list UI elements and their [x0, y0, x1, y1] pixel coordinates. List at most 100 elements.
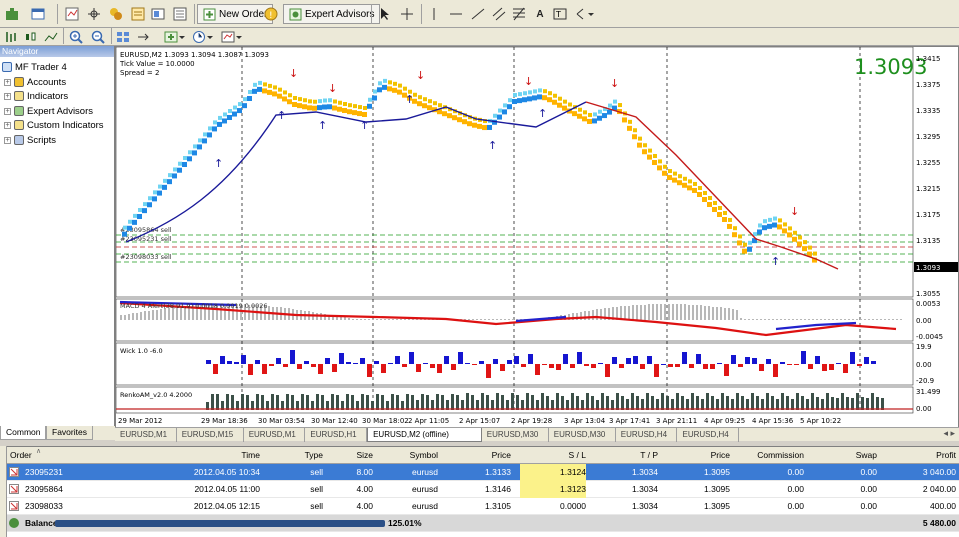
indicators-list-icon[interactable] [162, 27, 188, 47]
cell-sl: 0.0000 [560, 501, 586, 511]
chart-tab[interactable]: EURUSD,H4 [616, 428, 678, 442]
chart-tab[interactable]: EURUSD,M1 [115, 428, 177, 442]
tab-common[interactable]: Common [0, 426, 47, 440]
renko-brick-shadow [363, 106, 367, 110]
navigator-item-expert-advisors[interactable]: + Expert Advisors [4, 104, 93, 118]
chart-shift-icon[interactable] [134, 27, 152, 47]
tab-scroll-icon[interactable]: ◂ ▸ [943, 428, 955, 439]
renko-brick [307, 105, 312, 111]
vertical-line-icon[interactable] [425, 4, 443, 24]
history-center-icon[interactable] [170, 4, 190, 24]
order-row[interactable]: 23095231 2012.04.05 10:34 sell 8.00 eurusd 1.… [0, 464, 959, 481]
expand-icon[interactable]: + [4, 78, 11, 86]
price-chart[interactable]: EURUSD,M2 1.3093 1.3094 1.3087 1.3093Tic… [116, 47, 958, 427]
navigator-item-scripts[interactable]: + Scripts [4, 133, 56, 147]
expand-icon[interactable]: + [4, 121, 11, 129]
expand-icon[interactable]: + [4, 107, 11, 115]
tab-favorites[interactable]: Favorites [46, 426, 93, 440]
tile-windows-icon[interactable] [114, 27, 132, 47]
terminal-icon[interactable] [128, 4, 148, 24]
channel-icon[interactable] [490, 4, 508, 24]
chart-tab[interactable]: EURUSD,M30 [482, 428, 549, 442]
macd-histogram-bar [364, 319, 366, 320]
cell-tp: 1.3034 [632, 501, 658, 511]
crosshair-tool-icon[interactable] [398, 4, 416, 24]
chart-tab[interactable]: EURUSD,M2 (offline) [367, 428, 482, 442]
profiles-icon[interactable] [28, 4, 50, 24]
renko-brick [192, 150, 197, 156]
metaeditor-icon[interactable]: ! [262, 4, 280, 24]
expand-icon[interactable]: + [4, 136, 11, 144]
renko-bar [766, 393, 769, 410]
text-tool-icon[interactable]: A [531, 4, 549, 24]
column-current-price[interactable]: Price [670, 447, 730, 464]
cell-profit: 2 040.00 [922, 484, 956, 494]
renko-brick-shadow [568, 102, 572, 107]
cursor-icon[interactable] [376, 4, 394, 24]
crosshair-icon[interactable] [84, 4, 104, 24]
expand-icon[interactable]: + [4, 92, 11, 100]
wick-bar [766, 359, 771, 364]
column-symbol[interactable]: Symbol [386, 447, 438, 464]
strategy-tester-icon[interactable] [148, 4, 168, 24]
column-type[interactable]: Type [273, 447, 323, 464]
chart-window[interactable]: EURUSD,M2 1.3093 1.3094 1.3087 1.3093 Tic… [115, 46, 959, 440]
renko-brick-shadow [163, 178, 167, 183]
market-watch-icon[interactable] [62, 4, 82, 24]
renko-brick-shadow [353, 104, 357, 109]
navigator-item-indicators[interactable]: + Indicators [4, 89, 68, 103]
navigator-icon[interactable] [106, 4, 126, 24]
renko-brick-shadow [533, 89, 537, 94]
chart-tab[interactable]: EURUSD,M30 [549, 428, 616, 442]
fibonacci-icon[interactable] [510, 4, 528, 24]
line-chart-icon[interactable] [42, 27, 60, 47]
templates-icon[interactable] [219, 27, 245, 47]
renko-brick [592, 118, 597, 124]
column-price[interactable]: Price [460, 447, 511, 464]
periods-icon[interactable] [190, 27, 216, 47]
chart-tab[interactable]: EURUSD,M1 [244, 428, 306, 442]
column-profit[interactable]: Profit [880, 447, 956, 464]
column-swap[interactable]: Swap [815, 447, 877, 464]
column-time[interactable]: Time [190, 447, 260, 464]
arrows-dropdown-icon[interactable] [573, 4, 597, 24]
column-order[interactable]: Order [10, 447, 32, 464]
order-row[interactable]: 23095864 2012.04.05 11:00 sell 4.00 eurusd 1.… [0, 481, 959, 498]
renko-bar [316, 394, 319, 410]
navigator-item-custom-indicators[interactable]: + Custom Indicators [4, 118, 104, 132]
column-commission[interactable]: Commission [740, 447, 804, 464]
trendline-icon[interactable] [469, 4, 487, 24]
renko-bar [731, 399, 734, 410]
renko-brick-shadow [628, 119, 632, 124]
wick-bar [304, 361, 309, 364]
navigator-root[interactable]: MF Trader 4 [2, 60, 67, 74]
chart-tab[interactable]: EURUSD,H1 [305, 428, 368, 442]
order-row[interactable]: 23098033 2012.04.05 12:15 sell 4.00 eurusd 1.… [0, 498, 959, 515]
wick-bar [234, 362, 239, 364]
chart-tab[interactable]: EURUSD,M15 [177, 428, 244, 442]
column-size[interactable]: Size [330, 447, 373, 464]
svg-text:T: T [555, 10, 561, 19]
column-tp[interactable]: T / P [600, 447, 658, 464]
navigator-item-accounts[interactable]: + Accounts [4, 75, 66, 89]
candlestick-icon[interactable] [22, 27, 40, 47]
macd-histogram-bar [632, 305, 634, 320]
bar-chart-icon[interactable] [2, 27, 20, 47]
chart-tab[interactable]: EURUSD,H4 [678, 428, 740, 442]
macd-histogram-bar [384, 319, 386, 320]
renko-brick-shadow [663, 164, 667, 169]
horizontal-line-icon[interactable] [447, 4, 465, 24]
new-chart-icon[interactable] [2, 4, 22, 24]
renko-brick [552, 99, 557, 105]
scripts-icon [14, 135, 24, 145]
text-label-icon[interactable]: T [551, 4, 569, 24]
wick-bar [703, 364, 708, 369]
column-sl[interactable]: S / L [520, 447, 586, 464]
renko-brick [447, 113, 452, 119]
renko-bar [666, 396, 669, 410]
zoom-in-icon[interactable] [67, 27, 85, 47]
zoom-out-icon[interactable] [89, 27, 107, 47]
expert-advisors-button[interactable]: Expert Advisors [283, 4, 381, 24]
renko-brick [277, 93, 282, 99]
renko-bar [756, 396, 759, 410]
